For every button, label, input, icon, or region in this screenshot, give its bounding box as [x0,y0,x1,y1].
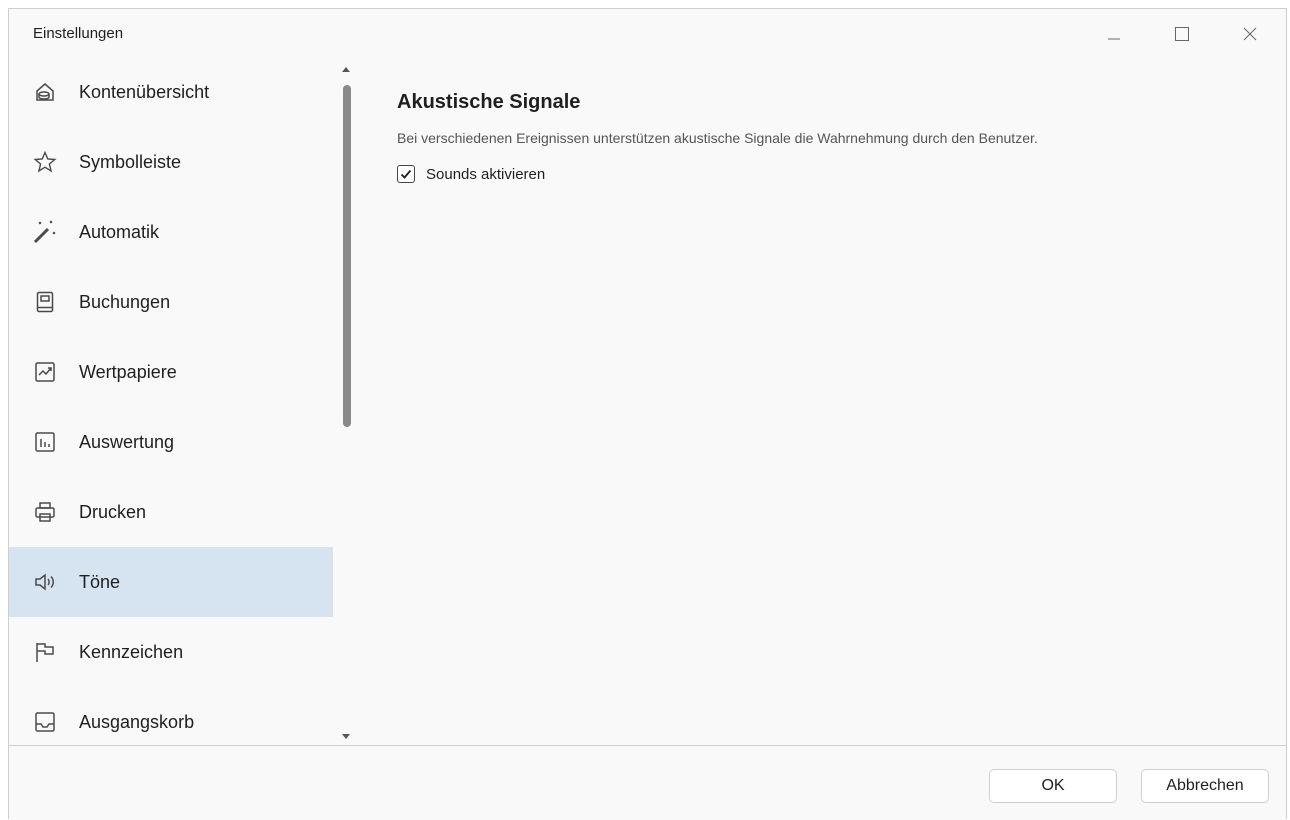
sidebar-item-buchungen[interactable]: Buchungen [9,267,333,337]
sidebar-item-label: Töne [79,571,121,592]
sidebar-item-label: Kontenübersicht [79,81,210,102]
sidebar-item-symbolleiste[interactable]: Symbolleiste [9,127,333,197]
printer-icon [31,498,59,526]
settings-window: Einstellungen Kontenübersicht Symbolleis… [8,8,1287,820]
sidebar-item-auswertung[interactable]: Auswertung [9,407,333,477]
window-title: Einstellungen [33,25,124,42]
sidebar-item-kennzeichen[interactable]: Kennzeichen [9,617,333,687]
sidebar-item-wertpapiere[interactable]: Wertpapiere [9,337,333,407]
sidebar-item-label: Automatik [79,221,160,242]
ok-button[interactable]: OK [989,769,1117,803]
sidebar-item-label: Auswertung [79,431,175,452]
sidebar-item-drucken[interactable]: Drucken [9,477,333,547]
magic-wand-icon [31,218,59,246]
chart-trend-icon [31,358,59,386]
star-icon [31,148,59,176]
sidebar-item-label: Symbolleiste [79,151,182,172]
sidebar-item-label: Kennzeichen [79,641,184,662]
close-button[interactable] [1227,17,1273,51]
accounts-icon [31,78,59,106]
speaker-icon [31,568,59,596]
scroll-down-arrow[interactable] [342,734,350,739]
sidebar-item-label: Wertpapiere [79,361,177,382]
sidebar-item-kontenuebersicht[interactable]: Kontenübersicht [9,57,333,127]
sounds-checkbox-row[interactable]: Sounds aktivieren [397,165,545,183]
maximize-icon [1175,27,1189,41]
bar-chart-icon [31,428,59,456]
sidebar-item-automatik[interactable]: Automatik [9,197,333,267]
close-icon [1243,27,1257,41]
dialog-footer: OK Abbrechen [9,745,1286,820]
sounds-checkbox-label[interactable]: Sounds aktivieren [426,166,545,183]
minimize-icon [1108,38,1120,40]
scroll-thumb[interactable] [343,85,351,427]
sidebar-item-label: Ausgangskorb [79,711,195,732]
section-description: Bei verschiedenen Ereignissen unterstütz… [397,130,1038,146]
sidebar-item-label: Drucken [79,501,147,522]
book-icon [31,288,59,316]
checkmark-icon [400,169,412,179]
sidebar-item-label: Buchungen [79,291,171,312]
inbox-tray-icon [31,708,59,736]
flag-icon [31,638,59,666]
settings-content: Akustische Signale Bei verschiedenen Ere… [355,57,1286,745]
sidebar-item-toene[interactable]: Töne [9,547,333,617]
minimize-button[interactable] [1091,17,1137,51]
scroll-up-arrow[interactable] [342,67,350,72]
cancel-button[interactable]: Abbrechen [1141,769,1269,803]
title-bar: Einstellungen [9,9,1286,57]
settings-sidebar: Kontenübersicht Symbolleiste Automatik B… [9,57,333,745]
sidebar-item-ausgangskorb[interactable]: Ausgangskorb [9,687,333,745]
sounds-checkbox[interactable] [397,165,415,183]
section-heading: Akustische Signale [397,91,581,113]
maximize-button[interactable] [1159,17,1205,51]
